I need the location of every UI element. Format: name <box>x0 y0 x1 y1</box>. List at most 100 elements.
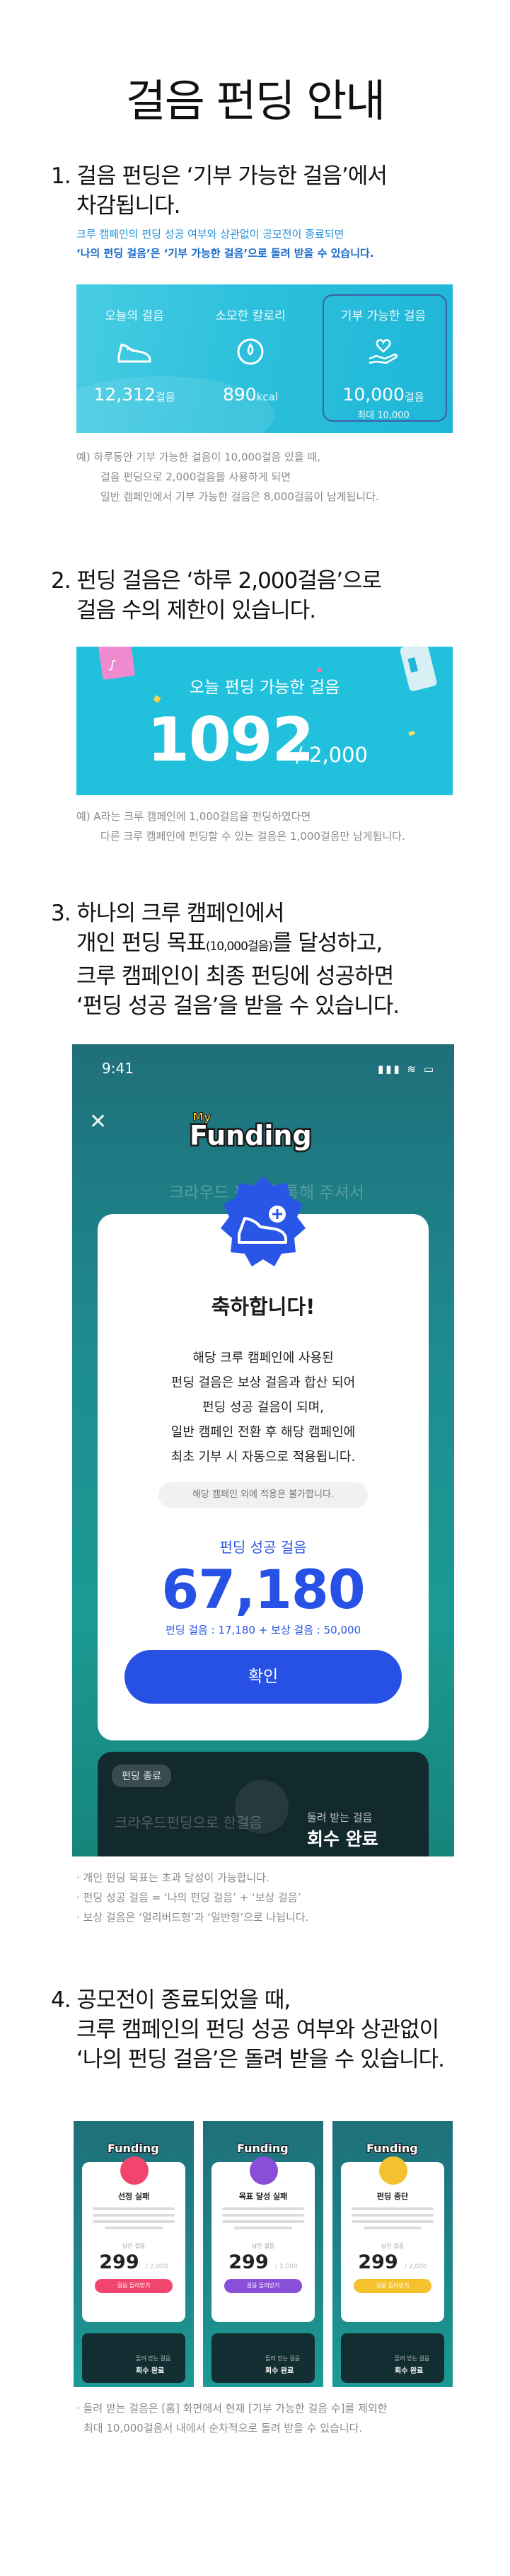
mini-bottom-label: 돌려 받는 걸음 <box>136 2355 171 2362</box>
result-screenshots: Funding 선정 실패 남은 걸음 299 / 2,000 걸음 돌려받기 … <box>74 2121 453 2387</box>
section3-notes: · 개인 펀딩 목표는 초과 달성이 가능합니다. · 펀딩 성공 걸음 = ‘… <box>76 1868 473 1927</box>
section2-heading-line2: 걸음 수의 제한이 있습니다. <box>76 598 316 623</box>
section3-heading-line2: 개인 펀딩 목표(10,000걸음)를 달성하고, <box>51 928 475 961</box>
section4-note-line2: 최대 10,000걸음서 내에서 순차적으로 돌려 받을 수 있습니다. <box>83 2422 363 2435</box>
section1-heading-line2: 차감됩니다. <box>76 193 180 219</box>
mini-bottom-status: 회수 완료 <box>136 2367 165 2375</box>
section4-note-line1: · 돌려 받는 걸음은 [홈] 화면에서 현재 [기부 가능한 걸음 수]를 제… <box>76 2402 388 2415</box>
success-badge-icon <box>221 1176 306 1266</box>
success-modal: 축하합니다! 해당 크루 캠페인에 사용된 펀딩 걸음은 보상 걸음과 합산 되… <box>98 1214 429 1740</box>
section1-example-line1: 예) 하루동안 기부 가능한 걸음이 10,000걸음 있을 때, <box>76 451 320 463</box>
section1-heading: 1. 걸음 펀딩은 ‘기부 가능한 걸음’에서 차감됩니다. <box>51 161 475 221</box>
mini-return-button[interactable]: 걸음 돌려받기 <box>224 2279 302 2293</box>
section4-heading-line1: 4. 공모전이 종료되었을 때, <box>51 1987 291 2013</box>
section1-note-line2: ‘나의 펀딩 걸음’은 ‘기부 가능한 걸음’으로 돌려 받을 수 있습니다. <box>76 247 374 260</box>
confirm-button[interactable]: 확인 <box>124 1650 402 1704</box>
logo-text: Funding <box>190 1120 312 1151</box>
banner-label: 오늘 펀딩 가능한 걸음 <box>189 678 340 697</box>
mini-bottom-status: 회수 완료 <box>265 2367 294 2375</box>
stat-label: 오늘의 걸음 <box>105 309 164 323</box>
stat-value: 890 <box>222 384 257 405</box>
mini-bottom-label: 돌려 받는 걸음 <box>395 2355 430 2362</box>
status-time: 9:41 <box>102 1060 134 1077</box>
svg-text:ഽ: ഽ <box>108 659 116 671</box>
modal-body-line: 펀딩 걸음은 보상 걸음과 합산 되어 <box>170 1375 356 1390</box>
stat-unit: 걸음 <box>155 391 175 403</box>
mini-text-lines <box>352 2207 434 2229</box>
highlight-box <box>323 294 447 422</box>
amount-value: 67,180 <box>161 1558 365 1621</box>
funding-logo: Funding <box>107 2141 160 2156</box>
mini-modal: 목표 달성 실패 남은 걸음 299 / 2,000 걸음 돌려받기 <box>211 2162 315 2322</box>
mini-title: 선정 실패 <box>117 2192 150 2201</box>
section2-example-line2: 다른 크루 캠페인에 펀딩할 수 있는 걸음은 1,000걸음만 남게됩니다. <box>100 830 405 843</box>
confetti-decoration <box>317 668 321 672</box>
mini-modal: 펀딩 중단 남은 걸음 299 / 2,000 걸음 돌려받기 <box>341 2162 444 2322</box>
modal-footnote: 해당 캠페인 외에 적용은 불가합니다. <box>158 1482 368 1508</box>
funding-logo: Funding <box>236 2141 289 2156</box>
amount-breakdown: 펀딩 걸음 : 17,180 + 보상 걸음 : 50,000 <box>165 1624 361 1636</box>
section4-heading-line2: 크루 캠페인의 펀딩 성공 여부와 상관없이 <box>76 2017 439 2043</box>
section4-heading-line3: ‘나의 펀딩 걸음’은 돌려 받을 수 있습니다. <box>76 2047 445 2072</box>
screenshot-selection-failed: Funding 선정 실패 남은 걸음 299 / 2,000 걸음 돌려받기 … <box>74 2121 194 2387</box>
section2-heading-line1: 2. 펀딩 걸음은 ‘하루 2,000걸음’으로 <box>51 568 382 594</box>
mini-value: 299 <box>358 2251 398 2273</box>
section3-heading-line1: 3. 하나의 크루 캠페인에서 <box>51 901 284 926</box>
section3-heading: 3. 하나의 크루 캠페인에서 개인 펀딩 목표(10,000걸음)를 달성하고… <box>51 899 475 1021</box>
section4-notes: · 돌려 받는 걸음은 [홈] 화면에서 현재 [기부 가능한 걸음 수]를 제… <box>76 2398 473 2438</box>
section4-heading: 4. 공모전이 종료되었을 때, 크루 캠페인의 펀딩 성공 여부와 상관없이 … <box>51 1985 475 2074</box>
modal-body-line: 일반 캠페인 전환 후 해당 캠페인에 <box>170 1425 356 1440</box>
walk-stats-card: 오늘의 걸음 12,312걸음 소모한 칼로리 890kcal 기부 가능한 걸… <box>76 284 453 433</box>
card-left-text: 크라우드펀딩으로 한걸음 <box>115 1814 262 1831</box>
mini-return-button[interactable]: 걸음 돌려받기 <box>354 2279 431 2293</box>
section1-heading-line1: 1. 걸음 펀딩은 ‘기부 가능한 걸음’에서 <box>51 163 388 189</box>
svg-text:Funding: Funding <box>366 2142 418 2155</box>
section3-note: · 보상 걸음은 ‘얼리버드형’과 ‘일반형’으로 나뉩니다. <box>76 1911 309 1924</box>
section3-heading-line4: ‘펀딩 성공 걸음’을 받을 수 있습니다. <box>76 993 400 1019</box>
mini-unit: / 2,000 <box>146 2263 168 2270</box>
section3-heading-line3: 크루 캠페인이 최종 펀딩에 성공하면 <box>76 964 394 989</box>
screenshot-goal-failed: Funding 목표 달성 실패 남은 걸음 299 / 2,000 걸음 돌려… <box>203 2121 323 2387</box>
calorie-icon <box>237 338 264 365</box>
modal-body-line: 최초 기부 시 자동으로 적용됩니다. <box>170 1450 356 1465</box>
phone-mockup: 9:41 ▮▮▮ ≋ ▭ ✕ My Funding 크라우드 펀딩을 통해 주셔… <box>72 1044 454 1856</box>
mini-caption: 남은 걸음 <box>381 2243 404 2249</box>
banner-total: / 2,000 <box>296 743 369 767</box>
section1-note: 크루 캠페인의 펀딩 성공 여부와 상관없이 공모전이 종료되면 ‘나의 펀딩 … <box>76 225 473 263</box>
mini-return-button[interactable]: 걸음 돌려받기 <box>95 2279 173 2293</box>
returned-steps-status: 회수 완료 <box>307 1829 378 1849</box>
funding-ended-chip: 펀딩 종료 <box>112 1764 171 1787</box>
section3-note: · 펀딩 성공 걸음 = ‘나의 펀딩 걸음’ + ‘보상 걸음’ <box>76 1891 301 1904</box>
section1-example-line2: 걸음 펀딩으로 2,000걸음을 사용하게 되면 <box>100 470 291 483</box>
section3-heading-line2a: 개인 펀딩 목표 <box>76 930 207 956</box>
close-icon[interactable]: ✕ <box>89 1109 107 1134</box>
mini-unit: / 2,000 <box>275 2263 298 2270</box>
section3-note: · 개인 펀딩 목표는 초과 달성이 가능합니다. <box>76 1871 270 1884</box>
funding-logo: Funding <box>366 2141 419 2156</box>
svg-text:Funding: Funding <box>108 2142 159 2155</box>
stat-label: 소모한 칼로리 <box>215 309 286 323</box>
mini-value: 299 <box>228 2251 269 2273</box>
mini-text-lines <box>222 2207 304 2229</box>
modal-body: 해당 크루 캠페인에 사용된 펀딩 걸음은 보상 걸음과 합산 되어 펀딩 성공… <box>98 1346 429 1469</box>
amount-label: 펀딩 성공 걸음 <box>219 1539 307 1556</box>
returned-steps-label: 돌려 받는 걸음 <box>307 1811 373 1824</box>
banner-value: 1092 <box>147 705 314 775</box>
section1-note-line1: 크루 캠페인의 펀딩 성공 여부와 상관없이 공모전이 종료되면 <box>76 228 344 241</box>
svg-text:Funding: Funding <box>237 2142 289 2155</box>
screenshot-funding-stopped: Funding 펀딩 중단 남은 걸음 299 / 2,000 걸음 돌려받기 … <box>332 2121 453 2387</box>
mini-value: 299 <box>99 2251 139 2273</box>
goal-fail-badge-icon <box>250 2156 278 2185</box>
section1-example: 예) 하루동안 기부 가능한 걸음이 10,000걸음 있을 때, 걸음 펀딩으… <box>76 447 473 507</box>
modal-body-line: 펀딩 성공 걸음이 되며, <box>202 1400 324 1415</box>
stat-unit: kcal <box>256 391 278 403</box>
stat-today-steps: 오늘의 걸음 12,312걸음 <box>85 306 184 405</box>
mini-title: 목표 달성 실패 <box>238 2192 288 2201</box>
funding-available-banner: ഽ 오늘 펀딩 가능한 걸음 1092 / 2,000 <box>76 647 453 795</box>
modal-title: 축하합니다! <box>211 1295 315 1319</box>
modal-body-line: 해당 크루 캠페인에 사용된 <box>192 1351 334 1365</box>
section3-heading-goal: (10,000걸음) <box>205 940 273 954</box>
stat-calories: 소모한 칼로리 890kcal <box>201 306 300 405</box>
mini-text-lines <box>93 2207 175 2229</box>
mini-modal: 선정 실패 남은 걸음 299 / 2,000 걸음 돌려받기 <box>82 2162 185 2322</box>
